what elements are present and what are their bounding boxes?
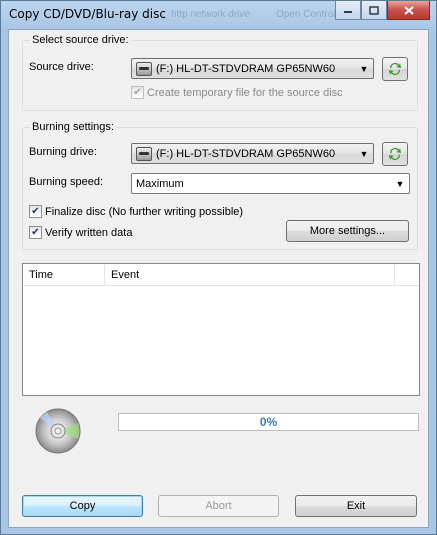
burning-drive-select[interactable]: (F:) HL-DT-STDVDRAM GP65NW60 ▼ [131,143,374,164]
source-drive-select[interactable]: (F:) HL-DT-STDVDRAM GP65NW60 ▼ [131,58,374,79]
copy-button[interactable]: Copy [22,495,143,517]
close-icon [403,5,414,15]
column-header-event[interactable]: Event [105,264,395,286]
log-header: Time Event [23,264,419,286]
chevron-down-icon: ▼ [395,178,405,189]
verify-label: Verify written data [45,226,133,239]
progress-text: 0% [259,415,278,429]
disc-icon [35,408,81,454]
verify-checkbox-row[interactable]: ✔ Verify written data [29,226,132,239]
exit-button-label: Exit [346,500,366,512]
temp-file-label: Create temporary file for the source dis… [147,86,343,99]
optical-drive-icon [136,146,152,161]
abort-button-label: Abort [205,500,232,512]
window-title: Copy CD/DVD/Blu-ray disc [9,7,166,21]
burning-drive-value: (F:) HL-DT-STDVDRAM GP65NW60 [156,147,336,160]
minimize-button[interactable] [335,1,361,20]
refresh-icon [389,63,401,75]
progress-bar: 0% [118,413,419,431]
verify-checkbox[interactable]: ✔ [29,226,42,239]
temp-file-checkbox-row[interactable]: ✔ Create temporary file for the source d… [131,86,343,99]
finalize-checkbox-row[interactable]: ✔ Finalize disc (No further writing poss… [29,205,243,218]
column-header-time[interactable]: Time [23,264,105,286]
source-drive-value: (F:) HL-DT-STDVDRAM GP65NW60 [156,62,336,75]
copy-disc-window: Copy CD/DVD/Blu-ray disc http network dr… [0,0,437,535]
maximize-icon [369,5,379,15]
refresh-icon [389,148,401,160]
title-bar[interactable]: Copy CD/DVD/Blu-ray disc http network dr… [1,1,436,29]
temp-file-checkbox[interactable]: ✔ [131,86,144,99]
minimize-icon [344,11,352,13]
finalize-checkbox[interactable]: ✔ [29,205,42,218]
maximize-button[interactable] [361,1,387,20]
chevron-down-icon: ▼ [359,63,369,74]
exit-button[interactable]: Exit [295,495,417,517]
more-settings-button[interactable]: More settings... [286,220,409,242]
copy-button-label: Copy [69,500,96,512]
burning-drive-label: Burning drive: [29,146,97,158]
background-ghost-text: http network drive [171,9,250,20]
burning-group-legend: Burning settings: [30,121,116,133]
event-log-list[interactable]: Time Event [22,263,420,396]
abort-button[interactable]: Abort [158,495,279,517]
burning-speed-select[interactable]: Maximum ▼ [131,173,410,194]
dialog-client-area: Select source drive: Source drive: (F:) … [8,29,429,528]
optical-drive-icon [136,61,152,76]
burning-speed-label: Burning speed: [29,176,103,188]
burning-speed-value: Maximum [136,177,184,190]
chevron-down-icon: ▼ [359,148,369,159]
window-controls [335,1,430,20]
burning-refresh-button[interactable] [382,142,408,166]
source-refresh-button[interactable] [382,57,408,81]
source-drive-label: Source drive: [29,61,94,73]
finalize-label: Finalize disc (No further writing possib… [45,205,244,218]
close-button[interactable] [387,1,430,20]
source-group-legend: Select source drive: [30,34,131,46]
